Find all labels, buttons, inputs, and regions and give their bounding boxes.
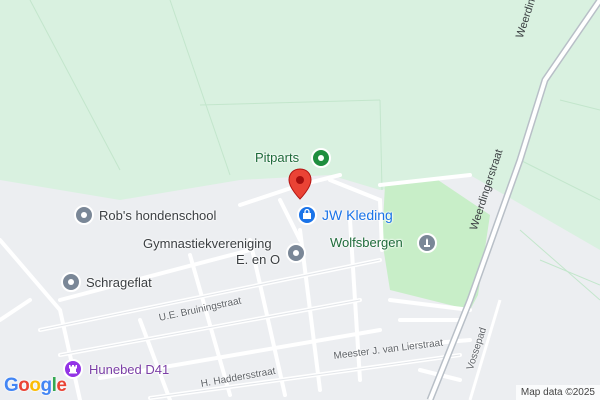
location-marker-icon[interactable] <box>287 168 313 200</box>
pin-green-icon[interactable] <box>311 148 331 168</box>
poi-schrageflat-label[interactable]: Schrageflat <box>86 275 152 290</box>
poi-pitparts-label[interactable]: Pitparts <box>255 150 299 165</box>
poi-gymnastiekvereniging-label-line2[interactable]: E. en O <box>236 252 280 267</box>
pin-gray-icon[interactable] <box>74 205 94 225</box>
monument-icon[interactable] <box>417 233 437 253</box>
map-view[interactable]: Pitparts JW Kleding Rob's hondenschool G… <box>0 0 600 400</box>
map-data-copyright[interactable]: Map data ©2025 <box>515 385 600 400</box>
shopping-bag-icon[interactable] <box>297 205 317 225</box>
poi-robs-hondenschool-label[interactable]: Rob's hondenschool <box>99 208 216 223</box>
pin-gray-icon[interactable] <box>286 243 306 263</box>
map-base-layer <box>0 0 600 400</box>
poi-jw-kleding-label[interactable]: JW Kleding <box>322 207 393 223</box>
poi-hunebed-label[interactable]: Hunebed D41 <box>89 362 169 377</box>
poi-gymnastiekvereniging-label[interactable]: Gymnastiekvereniging <box>143 236 272 251</box>
poi-wolfsbergen-label[interactable]: Wolfsbergen <box>330 235 403 250</box>
pin-gray-icon[interactable] <box>61 272 81 292</box>
google-logo: Google <box>4 375 67 396</box>
